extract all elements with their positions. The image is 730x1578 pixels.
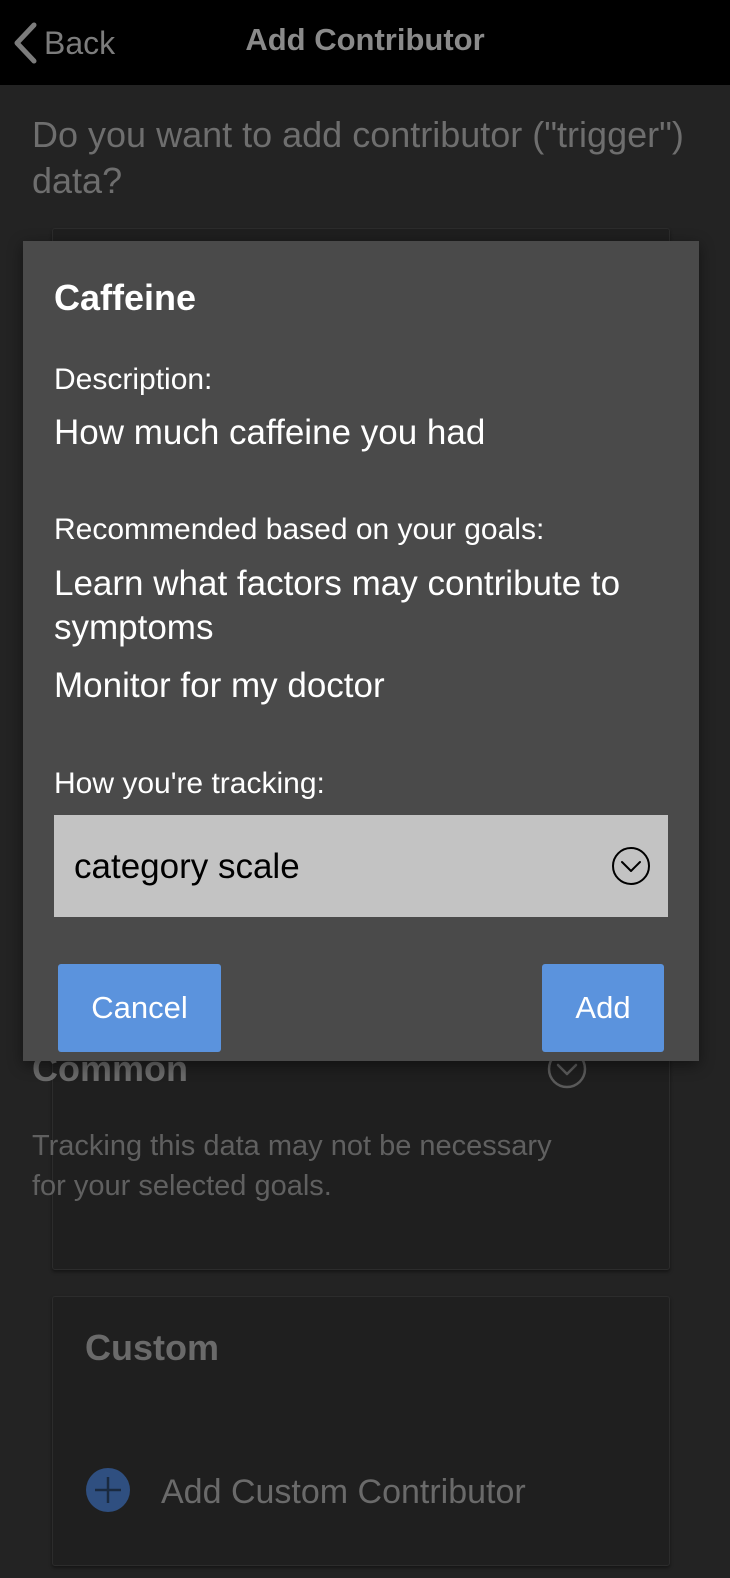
goal-item: Learn what factors may contribute to sym… — [54, 564, 621, 647]
add-button[interactable]: Add — [542, 964, 664, 1052]
contributor-detail-modal: Caffeine Description: How much caffeine … — [23, 241, 699, 1061]
cancel-button[interactable]: Cancel — [58, 964, 221, 1052]
page-title: Add Contributor — [245, 22, 485, 57]
chevron-down-circle-icon — [610, 845, 652, 892]
common-section-description: Tracking this data may not be necessary … — [32, 1130, 552, 1202]
recommended-label: Recommended based on your goals: — [54, 513, 545, 546]
description-label: Description: — [54, 363, 213, 396]
tracking-label: How you're tracking: — [54, 767, 325, 800]
goal-item: Monitor for my doctor — [54, 666, 385, 705]
nav-header: Back Add Contributor — [0, 0, 730, 85]
modal-title: Caffeine — [54, 277, 197, 318]
custom-section-card: Custom Add Custom Contributor — [52, 1296, 670, 1566]
tracking-method-value: category scale — [74, 847, 300, 886]
description-text: How much caffeine you had — [54, 413, 486, 452]
add-custom-contributor-button[interactable]: Add Custom Contributor — [85, 1467, 526, 1518]
question-heading: Do you want to add contributor ("trigger… — [32, 114, 684, 201]
tracking-method-select[interactable]: category scale — [54, 815, 668, 917]
add-custom-contributor-label: Add Custom Contributor — [161, 1473, 526, 1511]
custom-section-title: Custom — [85, 1327, 219, 1368]
plus-circle-icon — [85, 1467, 131, 1518]
